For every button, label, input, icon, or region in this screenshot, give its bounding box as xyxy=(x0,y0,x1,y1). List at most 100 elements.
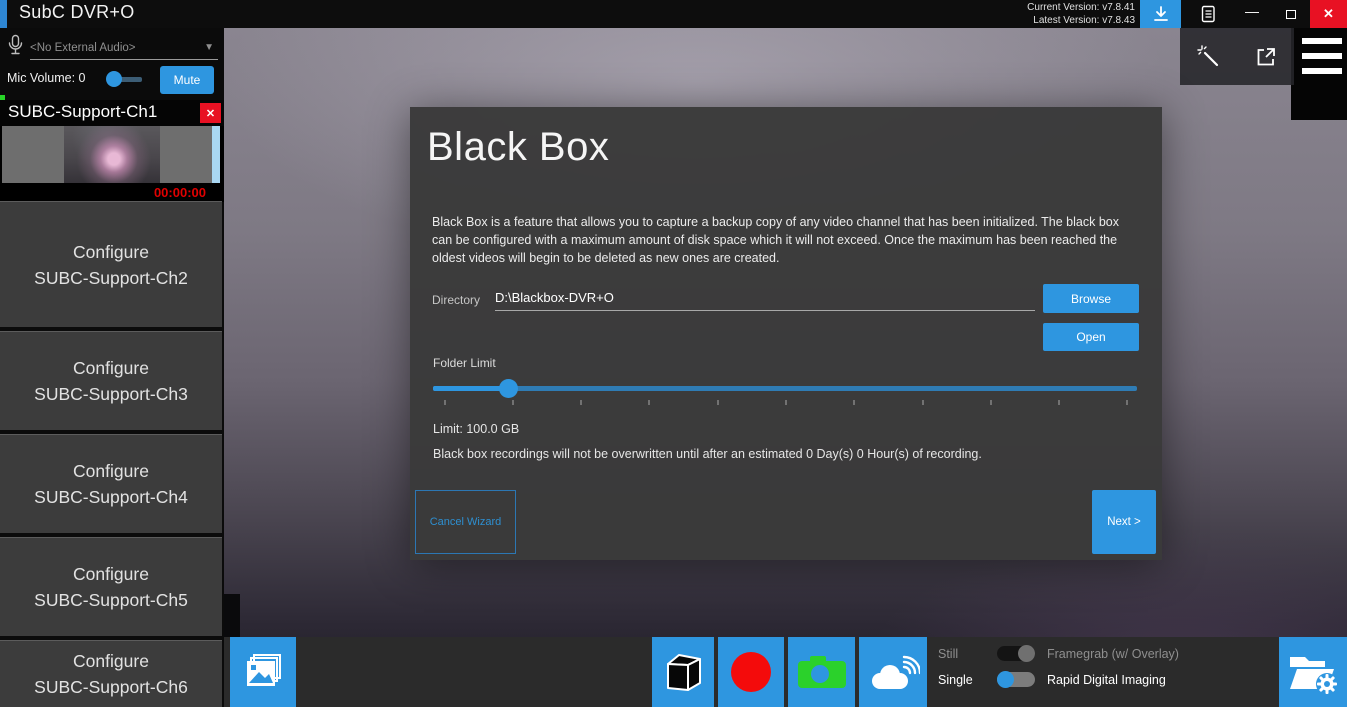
still-label: Still xyxy=(938,647,985,661)
audio-device-row: <No External Audio> ▼ xyxy=(0,31,224,61)
sidebar: <No External Audio> ▼ Mic Volume: 0 Mute… xyxy=(0,28,224,707)
folder-limit-slider-thumb[interactable] xyxy=(499,379,518,398)
browse-button[interactable]: Browse xyxy=(1043,284,1139,313)
directory-input[interactable] xyxy=(495,285,1035,311)
wizard-button[interactable] xyxy=(1187,33,1231,81)
mute-button[interactable]: Mute xyxy=(160,66,214,94)
rapid-digital-imaging-label: Rapid Digital Imaging xyxy=(1047,673,1179,687)
titlebar-accent-strip xyxy=(0,0,7,28)
photo-gallery-icon xyxy=(242,653,284,691)
close-icon: ✕ xyxy=(206,107,215,120)
image-gallery-button[interactable] xyxy=(230,637,296,707)
maximize-icon xyxy=(1286,10,1296,19)
preview-letterbox-right xyxy=(160,126,212,183)
configure-label: Configure xyxy=(73,561,149,587)
current-version: Current Version: v7.8.41 xyxy=(1027,1,1135,14)
menu-icon xyxy=(1302,38,1342,44)
minimize-button[interactable]: — xyxy=(1232,0,1272,28)
folder-limit-label: Folder Limit xyxy=(433,356,496,370)
mic-volume-row: Mic Volume: 0 Mute xyxy=(0,62,224,96)
video-dark-region-2 xyxy=(224,594,240,639)
folder-limit-slider-fill xyxy=(433,386,508,391)
titlebar: SubC DVR+O Current Version: v7.8.41 Late… xyxy=(0,0,1347,28)
black-box-cube-icon xyxy=(659,648,707,696)
cloud-signal-icon xyxy=(866,651,920,693)
channel1-close-button[interactable]: ✕ xyxy=(200,103,221,123)
folder-limit-slider-ticks xyxy=(433,400,1137,408)
timestamp-strip: 00:00:00 xyxy=(0,183,224,202)
mic-volume-slider-thumb[interactable] xyxy=(106,71,122,87)
app-window: SubC DVR+O Current Version: v7.8.41 Late… xyxy=(0,0,1347,707)
manual-button[interactable] xyxy=(1186,0,1230,28)
download-update-button[interactable] xyxy=(1140,0,1181,28)
sidebar-item-configure-ch3[interactable]: Configure SUBC-Support-Ch3 xyxy=(0,331,222,430)
chevron-down-icon: ▼ xyxy=(204,42,214,53)
maximize-button[interactable] xyxy=(1272,0,1310,28)
sidebar-item-configure-ch4[interactable]: Configure SUBC-Support-Ch4 xyxy=(0,434,222,533)
sidebar-item-configure-ch6[interactable]: Configure SUBC-Support-Ch6 xyxy=(0,640,222,707)
black-box-button[interactable] xyxy=(652,637,714,707)
pop-out-button[interactable] xyxy=(1244,33,1288,81)
folder-gear-icon xyxy=(1286,649,1340,695)
preview-letterbox-left xyxy=(2,126,64,183)
channel1-video-preview[interactable] xyxy=(0,126,224,183)
camera-icon xyxy=(796,653,848,691)
external-window-icon xyxy=(1254,45,1278,69)
menu-button[interactable] xyxy=(1302,38,1342,74)
channel-name-label: SUBC-Support-Ch4 xyxy=(34,484,188,510)
dialog-description: Black Box is a feature that allows you t… xyxy=(432,213,1138,267)
close-button[interactable]: ✕ xyxy=(1310,0,1347,28)
open-button[interactable]: Open xyxy=(1043,323,1139,351)
sidebar-item-configure-ch2[interactable]: Configure SUBC-Support-Ch2 xyxy=(0,201,222,327)
latest-version: Latest Version: v7.8.43 xyxy=(1027,14,1135,27)
channel1-title: SUBC-Support-Ch1 xyxy=(8,102,157,122)
channel-name-label: SUBC-Support-Ch2 xyxy=(34,265,188,291)
estimate-text: Black box recordings will not be overwri… xyxy=(433,447,982,461)
download-icon xyxy=(1151,4,1171,24)
sidebar-item-configure-ch5[interactable]: Configure SUBC-Support-Ch5 xyxy=(0,537,222,636)
app-title: SubC DVR+O xyxy=(19,2,135,23)
version-info: Current Version: v7.8.41 Latest Version:… xyxy=(1027,1,1135,27)
channel-name-label: SUBC-Support-Ch6 xyxy=(34,674,188,700)
folder-limit-slider[interactable] xyxy=(433,386,1137,391)
record-icon xyxy=(731,652,771,692)
bottom-toolbar: Still Framegrab (w/ Overlay) Single Rapi… xyxy=(224,637,1347,707)
black-box-wizard-dialog: Black Box Black Box is a feature that al… xyxy=(410,107,1162,560)
channel-name-label: SUBC-Support-Ch5 xyxy=(34,587,188,613)
record-timecode: 00:00:00 xyxy=(154,185,206,200)
directory-label: Directory xyxy=(432,293,480,307)
cloud-upload-button[interactable] xyxy=(859,637,927,707)
audio-device-select[interactable]: <No External Audio> ▼ xyxy=(30,36,218,60)
preview-scrollbar[interactable] xyxy=(212,126,220,183)
gear-glyph xyxy=(1316,673,1338,695)
overlay-toolbar xyxy=(1180,28,1294,85)
dialog-title: Black Box xyxy=(427,125,609,170)
mic-volume-slider[interactable] xyxy=(108,77,142,82)
single-label: Single xyxy=(938,673,985,687)
configure-label: Configure xyxy=(73,355,149,381)
document-icon xyxy=(1199,4,1217,24)
configure-label: Configure xyxy=(73,458,149,484)
rapid-imaging-toggle[interactable] xyxy=(997,672,1035,687)
minimize-icon: — xyxy=(1245,3,1259,19)
configure-label: Configure xyxy=(73,648,149,674)
channel1-video-thumbnail xyxy=(64,126,160,183)
framegrab-button[interactable] xyxy=(788,637,855,707)
configure-label: Configure xyxy=(73,239,149,265)
imaging-toggles: Still Framegrab (w/ Overlay) Single Rapi… xyxy=(938,646,1179,687)
channel-name-label: SUBC-Support-Ch3 xyxy=(34,381,188,407)
video-viewport: Black Box Black Box is a feature that al… xyxy=(224,28,1347,707)
framegrab-overlay-label: Framegrab (w/ Overlay) xyxy=(1047,647,1179,661)
close-icon: ✕ xyxy=(1323,6,1334,22)
cancel-wizard-button[interactable]: Cancel Wizard xyxy=(415,490,516,554)
audio-device-value: <No External Audio> xyxy=(30,42,136,54)
record-button[interactable] xyxy=(718,637,784,707)
toggle-knob xyxy=(997,671,1014,688)
next-button[interactable]: Next > xyxy=(1092,490,1156,554)
mic-volume-label: Mic Volume: 0 xyxy=(7,71,86,85)
framegrab-toggle[interactable] xyxy=(997,646,1035,661)
limit-value-text: Limit: 100.0 GB xyxy=(433,422,519,436)
magic-wand-icon xyxy=(1196,44,1222,70)
output-folder-settings-button[interactable] xyxy=(1279,637,1347,707)
toggle-knob xyxy=(1018,645,1035,662)
